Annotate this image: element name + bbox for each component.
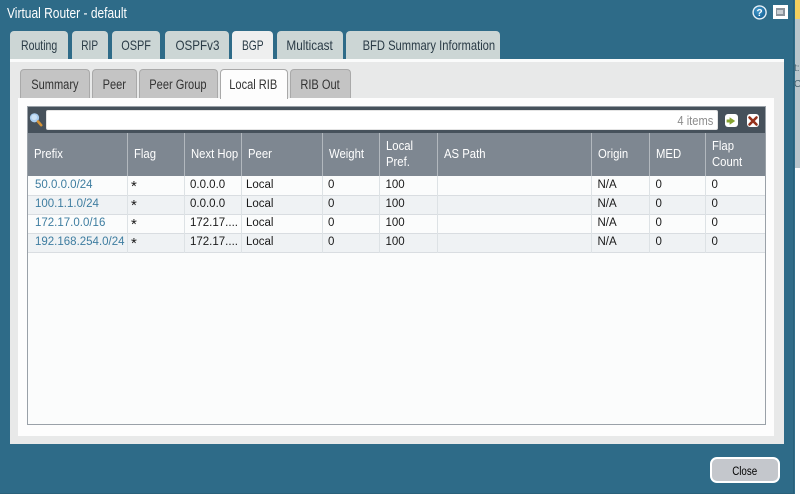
svg-text:?: ? xyxy=(756,8,762,19)
